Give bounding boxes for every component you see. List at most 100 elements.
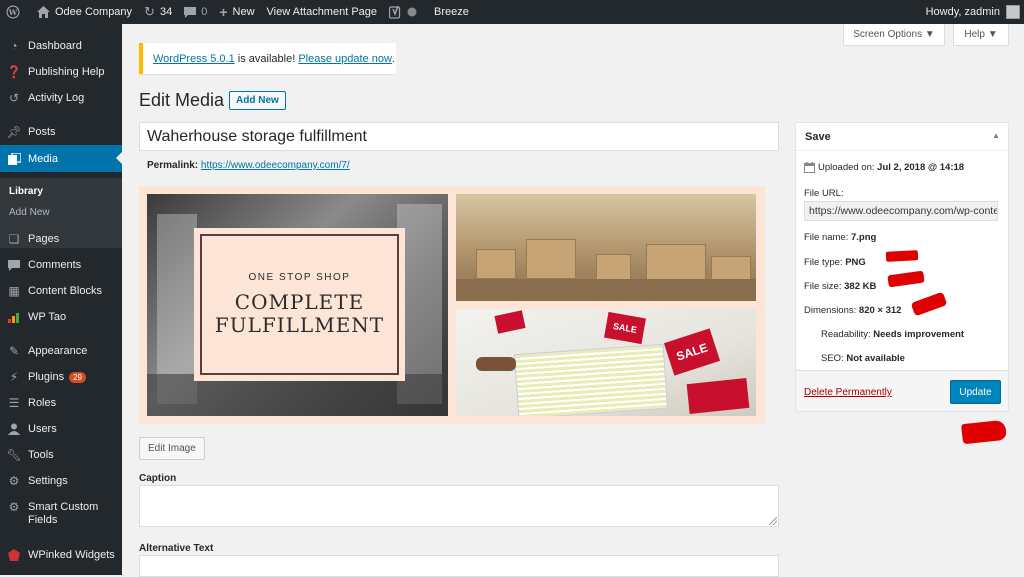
submenu-library[interactable]: Library <box>9 186 43 197</box>
alt-text-input[interactable] <box>139 555 779 577</box>
comment-bubble-icon <box>184 6 197 18</box>
sidebar-item-posts[interactable]: 📌︎ Posts <box>0 119 122 145</box>
sidebar-item-wpinked-widgets[interactable]: WPinked Widgets <box>0 542 122 568</box>
sidebar-item-label-line1: Smart Custom <box>28 501 99 513</box>
sidebar-item-publishing-help[interactable]: ❓ Publishing Help <box>0 59 122 85</box>
sidebar-item-settings[interactable]: ⚙︎ Settings <box>0 468 122 494</box>
uploaded-on: Uploaded on: Jul 2, 2018 @ 14:18 <box>804 162 964 173</box>
seo-label: SEO: <box>821 353 847 364</box>
sidebar-item-label: Comments <box>28 259 82 271</box>
avatar <box>1006 5 1020 19</box>
media-icon <box>7 152 21 165</box>
bar-chart-icon <box>7 312 21 323</box>
sidebar-item-label: Media <box>28 152 58 165</box>
save-metabox-header[interactable]: Save ▲ <box>796 123 1008 151</box>
file-type-value: PNG <box>845 257 866 268</box>
file-type: File type: PNG <box>804 257 866 268</box>
file-size-label: File size: <box>804 281 845 292</box>
admin-bar: W Odee Company ↻ 34 0 + New View Attachm… <box>0 0 1024 24</box>
file-url-input[interactable]: https://www.odeecompany.com/wp-content/u… <box>804 201 998 221</box>
dimensions-value: 820 × 312 <box>858 305 902 316</box>
sidebar-item-plugins[interactable]: ⚡︎ Plugins 29 <box>0 364 122 390</box>
view-attachment-link[interactable]: View Attachment Page <box>261 0 383 24</box>
sidebar-item-label: Publishing Help <box>28 66 105 78</box>
seo-status-dot-icon <box>407 7 417 17</box>
sidebar-item-label: Activity Log <box>28 92 85 104</box>
edit-image-button[interactable]: Edit Image <box>139 437 205 460</box>
overlay-headline: COMPLETE FULFILLMENT <box>215 291 384 337</box>
update-button[interactable]: Update <box>950 380 1001 404</box>
file-type-label: File type: <box>804 257 846 268</box>
screen-options-tab[interactable]: Screen Options ▼ <box>843 24 945 46</box>
roles-icon: ☰ <box>8 396 20 410</box>
delete-permanently-link[interactable]: Delete Permanently <box>804 387 892 398</box>
sidebar-item-label: Roles <box>28 397 57 409</box>
sidebar-item-media[interactable]: Media <box>0 145 122 172</box>
sidebar-item-label: Smart Custom Fields <box>28 501 98 527</box>
grid-icon: ▦ <box>8 284 20 298</box>
sale-signs-photo: SALE SALE <box>456 309 756 416</box>
page-title: Edit Media <box>139 90 225 110</box>
sidebar-item-tools[interactable]: 🔧︎ Tools <box>0 442 122 468</box>
sidebar-item-comments[interactable]: Comments <box>0 252 122 278</box>
help-tab[interactable]: Help ▼ <box>953 24 1009 46</box>
svg-text:W: W <box>8 8 18 17</box>
sidebar-item-label: Settings <box>28 475 68 487</box>
sidebar-item-label: Plugins <box>28 371 65 383</box>
dimensions: Dimensions: 820 × 312 <box>804 305 901 316</box>
seo-score: SEO: Not available <box>821 353 905 364</box>
sidebar-item-wp-tao[interactable]: WP Tao <box>0 304 122 330</box>
title-input[interactable]: Waherhouse storage fulfillment <box>139 122 779 151</box>
wordpress-version-link[interactable]: WordPress 5.0.1 <box>153 53 235 65</box>
my-account-link[interactable]: Howdy, zadmin <box>920 0 1024 24</box>
submenu-add-new[interactable]: Add New <box>9 207 50 218</box>
view-attachment-label: View Attachment Page <box>266 6 378 18</box>
update-notice: WordPress 5.0.1 is available! Please upd… <box>139 43 396 74</box>
sidebar-item-appearance[interactable]: ✎ Appearance <box>0 338 122 364</box>
pushpin-icon: 📌︎ <box>6 125 22 139</box>
new-content-link[interactable]: + New <box>213 0 260 24</box>
sidebar-item-label: Content Blocks <box>28 285 102 297</box>
seo-value: Not available <box>846 353 905 364</box>
home-icon <box>37 6 50 18</box>
sidebar-item-dashboard[interactable]: ◔ Dashboard <box>0 33 122 59</box>
wp-logo-button[interactable]: W <box>0 0 31 24</box>
history-icon: ↺ <box>8 91 20 105</box>
alt-text-label: Alternative Text <box>139 543 214 554</box>
sidebar-item-content-blocks[interactable]: ▦ Content Blocks <box>0 278 122 304</box>
paintbrush-icon: ✎ <box>8 344 20 358</box>
help-icon: ❓ <box>6 65 22 79</box>
yoast-logo-icon <box>389 5 402 19</box>
refresh-icon: ↻ <box>144 4 155 19</box>
comments-count: 0 <box>201 6 208 18</box>
howdy-label: Howdy, zadmin <box>925 6 1000 18</box>
sidebar-item-users[interactable]: Users <box>0 416 122 442</box>
breeze-link[interactable]: Breeze <box>428 0 475 24</box>
add-new-button[interactable]: Add New <box>229 91 286 110</box>
sidebar-item-activity-log[interactable]: ↺ Activity Log <box>0 85 122 111</box>
caption-textarea[interactable] <box>139 485 779 527</box>
collapse-arrow-icon[interactable]: ▲ <box>992 131 1000 140</box>
updates-link[interactable]: ↻ 34 <box>138 0 178 24</box>
permalink-url[interactable]: https://www.odeecompany.com/7/ <box>201 160 350 171</box>
red-annotation-mark <box>885 250 919 262</box>
save-metabox-footer: Delete Permanently Update <box>796 370 1008 411</box>
file-name-label: File name: <box>804 232 851 243</box>
warehouse-boxes-photo <box>456 194 756 301</box>
site-name-link[interactable]: Odee Company <box>31 0 138 24</box>
wordpress-logo-icon: W <box>6 5 20 19</box>
file-name: File name: 7.png <box>804 232 876 243</box>
sidebar-item-smart-custom-fields[interactable]: ⚙︎ Smart Custom Fields <box>0 499 122 529</box>
new-label: New <box>232 6 255 18</box>
permalink-label: Permalink: <box>147 160 199 171</box>
yoast-seo-button[interactable] <box>383 0 428 24</box>
comments-link[interactable]: 0 <box>178 0 213 24</box>
settings-icon: ⚙︎ <box>8 474 20 488</box>
wrench-icon: 🔧︎ <box>6 448 22 462</box>
sale-sign: SALE <box>663 328 721 376</box>
update-now-link[interactable]: Please update now <box>298 53 392 65</box>
sidebar-item-pages[interactable]: ❏ Pages <box>0 226 122 252</box>
resize-handle-icon[interactable] <box>769 517 777 525</box>
sidebar-item-roles[interactable]: ☰ Roles <box>0 390 122 416</box>
file-size: File size: 382 KB <box>804 281 876 292</box>
